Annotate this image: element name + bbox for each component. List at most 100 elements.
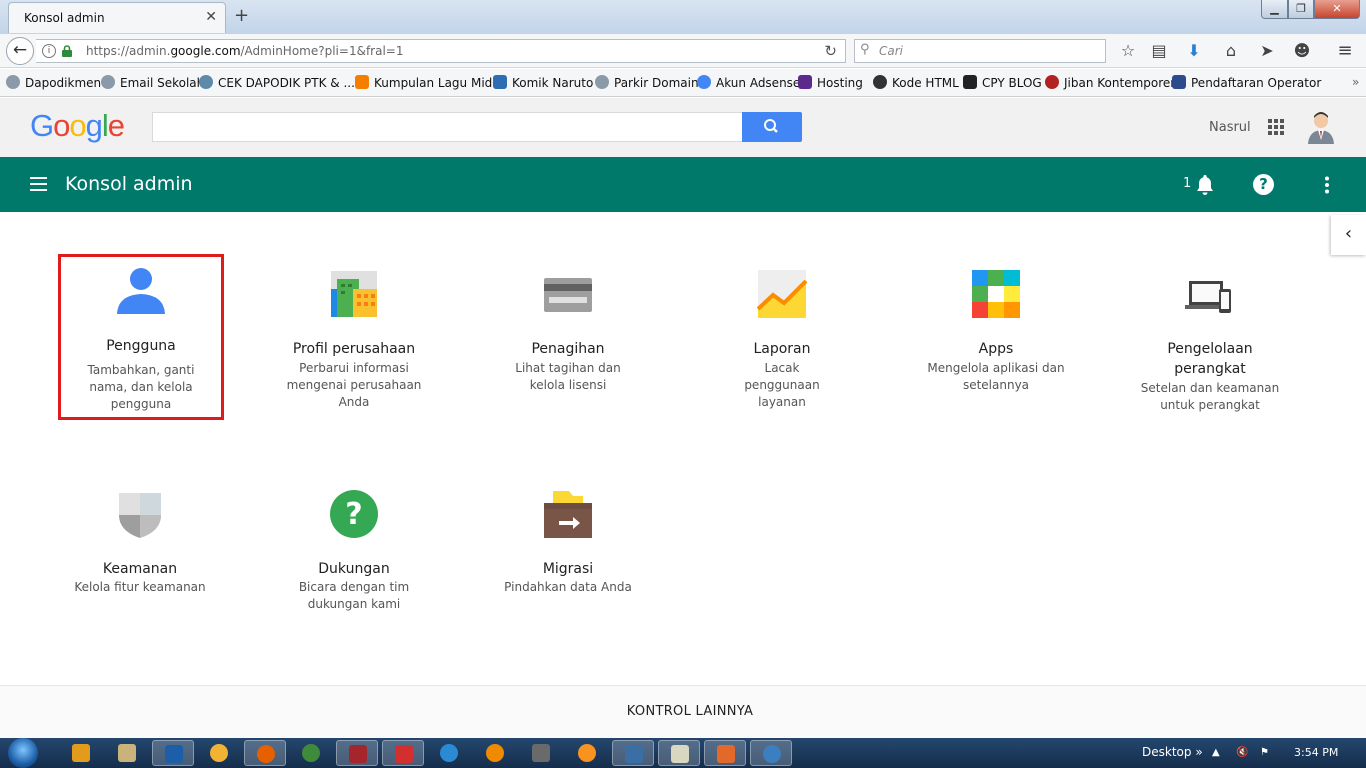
more-controls-button[interactable]: KONTROL LAINNYA: [0, 704, 1366, 719]
help-icon[interactable]: ?: [1253, 174, 1274, 195]
bookmark-pendaftaran-operator[interactable]: Pendaftaran Operator: [1172, 75, 1321, 90]
window-minimize-button[interactable]: ▁: [1261, 0, 1288, 19]
vlc-icon: [486, 744, 504, 762]
taskbar-app-orange[interactable]: [566, 740, 608, 766]
clock[interactable]: 3:54 PM: [1294, 746, 1338, 759]
taskbar-app-globe[interactable]: [750, 740, 792, 766]
bookmark-star-icon[interactable]: ☆: [1117, 40, 1139, 62]
start-button[interactable]: [8, 738, 38, 768]
card-description: Perbarui informasi mengenai perusahaan A…: [286, 361, 422, 409]
taskbar-pdf[interactable]: [704, 740, 746, 766]
bookmark-komik-naruto[interactable]: Komik Naruto: [493, 75, 593, 90]
url-bar[interactable]: i https://admin.google.com/AdminHome?pli…: [36, 39, 846, 63]
apps-grid-icon: [972, 270, 1020, 318]
bookmark-kumpulan-lagu[interactable]: Kumpulan Lagu Midi: [355, 75, 496, 90]
bookmark-jiban-kontemporer[interactable]: Jiban Kontemporer: [1045, 75, 1175, 90]
taskbar-photoshop[interactable]: [152, 740, 194, 766]
bookmark-kode-html[interactable]: Kode HTML: [873, 75, 959, 90]
taskbar-app-window[interactable]: [612, 740, 654, 766]
tab-close-icon[interactable]: ✕: [205, 9, 217, 25]
card-migrasi[interactable]: Migrasi Pindahkan data Anda: [485, 477, 651, 643]
new-tab-plus-icon[interactable]: +: [234, 5, 249, 26]
site-m-icon: [493, 75, 507, 89]
help-circle-icon: ?: [330, 490, 378, 538]
taskbar-movie-maker[interactable]: [520, 740, 562, 766]
side-panel-chevron-left-icon[interactable]: ‹: [1331, 215, 1366, 255]
taskbar-access[interactable]: [336, 740, 378, 766]
card-pengelolaan-perangkat[interactable]: Pengelolaan perangkat Setelan dan keaman…: [1127, 257, 1293, 423]
browser-search-input[interactable]: ⚲ Cari: [854, 39, 1106, 63]
network-icon: [302, 744, 320, 762]
bookmark-akun-adsense[interactable]: Akun Adsense: [697, 75, 800, 90]
volume-muted-icon[interactable]: 🔇: [1236, 747, 1248, 759]
back-arrow-icon[interactable]: ←: [6, 37, 34, 65]
taskbar-firefox[interactable]: [244, 740, 286, 766]
search-icon: ⚲: [860, 42, 870, 57]
apps-launcher-icon[interactable]: [1268, 119, 1284, 135]
taskbar-chrome[interactable]: [198, 740, 240, 766]
google-search-button[interactable]: [742, 112, 802, 142]
bookmark-cek-dapodik[interactable]: CEK DAPODIK PTK & ...: [199, 75, 355, 90]
google-logo[interactable]: Google: [30, 108, 125, 144]
bookmark-email-sekolah[interactable]: Email Sekolah: [101, 75, 204, 90]
reload-icon[interactable]: ↻: [824, 42, 837, 60]
taskbar-network[interactable]: [290, 740, 332, 766]
card-title: Profil perusahaan: [292, 341, 416, 357]
send-icon[interactable]: ➤: [1256, 40, 1278, 62]
taskbar-media-player[interactable]: [60, 740, 102, 766]
reading-list-icon[interactable]: ▤: [1148, 40, 1170, 62]
browser-titlebar: Konsol admin ✕ + ▁ ❐ ✕: [0, 0, 1366, 34]
taskbar-vlc[interactable]: [474, 740, 516, 766]
globe-icon: [595, 75, 609, 89]
card-title: Apps: [978, 341, 1014, 357]
search-icon: [764, 119, 778, 133]
tray-up-arrow-icon[interactable]: ▲: [1212, 747, 1224, 759]
taskbar-app-red[interactable]: [382, 740, 424, 766]
taskbar-notepad[interactable]: [658, 740, 700, 766]
user-name[interactable]: Nasrul: [1209, 120, 1251, 135]
card-title: Keamanan: [102, 561, 178, 577]
flag-icon[interactable]: ⚑: [1260, 747, 1272, 759]
window-maximize-button[interactable]: ❐: [1288, 0, 1314, 19]
taskbar-explorer[interactable]: [106, 740, 148, 766]
browser-tab-konsol-admin[interactable]: Konsol admin ✕: [8, 2, 226, 33]
home-icon[interactable]: ⌂: [1220, 40, 1242, 62]
bookmark-cpy-blog[interactable]: CPY BLOG: [963, 75, 1042, 90]
taskbar-ie[interactable]: [428, 740, 470, 766]
card-title: Dukungan: [318, 561, 390, 577]
card-laporan[interactable]: Laporan Lacak penggunaan layanan: [699, 257, 865, 423]
desktop-toolbar-label[interactable]: Desktop »: [1142, 745, 1203, 759]
folder-icon: [118, 744, 136, 762]
bookmarks-overflow-chevron-icon[interactable]: »: [1352, 75, 1359, 89]
download-arrow-icon[interactable]: ⬇: [1183, 40, 1205, 62]
card-profil-perusahaan[interactable]: Profil perusahaan Perbarui informasi men…: [271, 257, 437, 423]
devices-icon: [1185, 281, 1231, 313]
bookmark-parkir-domain[interactable]: Parkir Domain: [595, 75, 699, 90]
card-pengguna[interactable]: Pengguna Tambahkan, ganti nama, dan kelo…: [58, 254, 224, 420]
chat-icon[interactable]: ☻: [1291, 40, 1313, 62]
firefox-icon: [257, 745, 275, 763]
card-apps[interactable]: Apps Mengelola aplikasi dan setelannya: [913, 257, 1079, 423]
globe-icon: [6, 75, 20, 89]
google-search-input[interactable]: [152, 112, 743, 142]
google-header: Google Nasrul: [0, 98, 1366, 157]
avatar[interactable]: [1306, 110, 1336, 144]
hamburger-menu-icon[interactable]: ≡: [1334, 40, 1356, 62]
window-close-button[interactable]: ✕: [1314, 0, 1360, 19]
card-title: Pengguna: [106, 338, 176, 354]
bookmark-hosting[interactable]: Hosting: [798, 75, 863, 90]
card-title: Penagihan: [531, 341, 605, 357]
hamburger-menu-icon[interactable]: [30, 177, 47, 191]
bell-icon[interactable]: [1195, 174, 1215, 196]
card-keamanan[interactable]: Keamanan Kelola fitur keamanan: [57, 477, 223, 643]
clapper-icon: [532, 744, 550, 762]
shield-site-icon: [1172, 75, 1186, 89]
url-text: https://admin.google.com/AdminHome?pli=1…: [86, 44, 404, 58]
bookmark-dapodikmen[interactable]: Dapodikmen: [6, 75, 101, 90]
info-icon[interactable]: i: [42, 44, 56, 58]
card-dukungan[interactable]: ? Dukungan Bicara dengan tim dukungan ka…: [271, 477, 437, 643]
card-title: Laporan: [753, 341, 811, 357]
app-icon: [395, 745, 413, 763]
card-penagihan[interactable]: Penagihan Lihat tagihan dan kelola lisen…: [485, 257, 651, 423]
more-vertical-icon[interactable]: [1324, 176, 1330, 194]
